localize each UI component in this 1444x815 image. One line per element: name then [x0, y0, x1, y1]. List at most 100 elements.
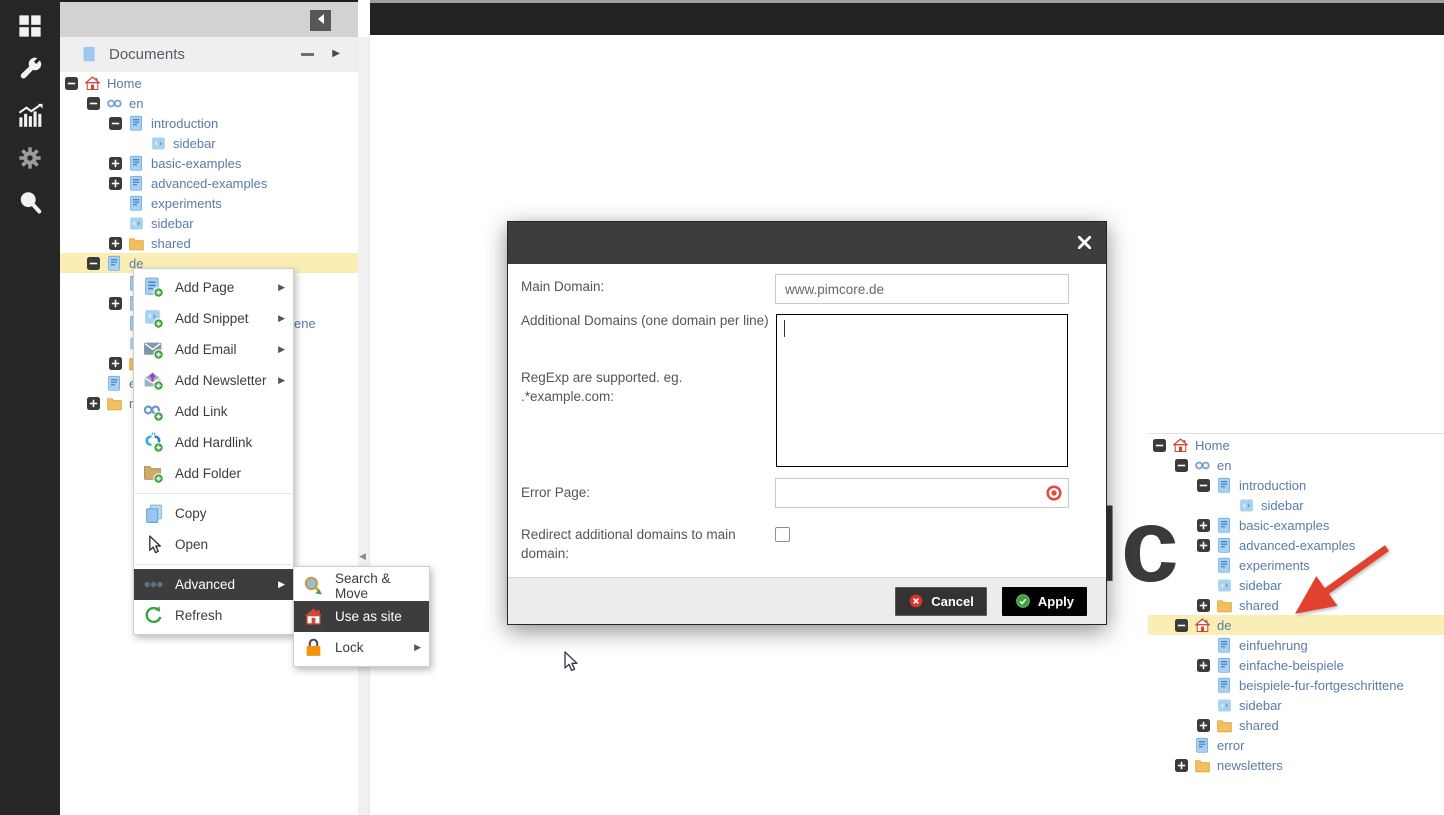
- main-nav-sidebar: [0, 0, 60, 815]
- menu-item-add-link[interactable]: Add Link: [134, 396, 293, 427]
- menu-item-lock[interactable]: Lock▶: [294, 632, 429, 663]
- menu-item-add-hardlink[interactable]: Add Hardlink: [134, 427, 293, 458]
- tree-item-label: advanced-examples: [151, 176, 271, 191]
- minus-expander-icon[interactable]: [1153, 439, 1166, 452]
- tree-item-beispiele-fur-fortgeschrittene[interactable]: beispiele-fur-fortgeschrittene: [1148, 675, 1444, 695]
- panel-title: Documents: [109, 46, 185, 63]
- error-page-input[interactable]: [775, 478, 1069, 508]
- redirect-checkbox[interactable]: [775, 527, 790, 542]
- tree-item-label: einfache-beispiele: [1239, 658, 1348, 673]
- panel-top-strip: [60, 0, 358, 37]
- wrench-icon[interactable]: [17, 57, 43, 83]
- plus-expander-icon[interactable]: [1197, 659, 1210, 672]
- page-icon: [1194, 737, 1211, 754]
- folder-icon: [1194, 757, 1211, 774]
- tree-item-sidebar[interactable]: sidebar: [1148, 695, 1444, 715]
- minus-expander-icon[interactable]: [65, 77, 78, 90]
- menu-item-refresh[interactable]: Refresh: [134, 600, 293, 631]
- page-icon: [106, 255, 123, 272]
- tree-item-en[interactable]: en: [60, 93, 358, 113]
- plus-expander-icon[interactable]: [109, 157, 122, 170]
- search-move-icon: [303, 575, 324, 596]
- minus-expander-icon[interactable]: [87, 97, 100, 110]
- tree-item-sidebar[interactable]: sidebar: [60, 133, 358, 153]
- close-icon[interactable]: [1078, 236, 1091, 249]
- menu-item-add-newsletter[interactable]: Add Newsletter▶: [134, 365, 293, 396]
- minus-expander-icon[interactable]: [109, 117, 122, 130]
- home-icon: [1194, 617, 1211, 634]
- minus-icon[interactable]: [301, 53, 314, 56]
- menu-item-copy[interactable]: Copy: [134, 498, 293, 529]
- text-caret: [784, 320, 785, 337]
- tree-item-home[interactable]: Home: [1148, 435, 1444, 455]
- plus-expander-icon[interactable]: [1197, 719, 1210, 732]
- search-icon[interactable]: [17, 189, 43, 215]
- menu-item-use-as-site[interactable]: Use as site: [294, 601, 429, 632]
- plus-expander-icon[interactable]: [1197, 539, 1210, 552]
- tree-item-sidebar[interactable]: sidebar: [60, 213, 358, 233]
- tree-item-shared[interactable]: shared: [60, 233, 358, 253]
- minus-expander-icon[interactable]: [1175, 619, 1188, 632]
- advanced-icon: [143, 574, 164, 595]
- page-icon: [1216, 537, 1233, 554]
- pimcore-admin-screen: Documents ▶ Homeenintroductionsidebarbas…: [0, 0, 1444, 815]
- target-icon[interactable]: [1045, 484, 1063, 502]
- tree-item-introduction[interactable]: introduction: [60, 113, 358, 133]
- plus-expander-icon[interactable]: [87, 397, 100, 410]
- mouse-cursor: [563, 651, 581, 675]
- page-icon: [106, 375, 123, 392]
- tree-item-newsletters[interactable]: newsletters: [1148, 755, 1444, 775]
- minus-expander-icon[interactable]: [1175, 459, 1188, 472]
- splitter-collapse-icon[interactable]: ◀: [359, 551, 366, 562]
- documents-panel-header[interactable]: Documents ▶: [60, 37, 358, 72]
- tree-item-basic-examples[interactable]: basic-examples: [60, 153, 358, 173]
- statistics-icon[interactable]: [17, 102, 43, 128]
- chevron-right-icon[interactable]: ▶: [332, 48, 340, 59]
- plus-expander-icon[interactable]: [109, 177, 122, 190]
- menu-item-label: Add Snippet: [175, 311, 249, 326]
- menu-item-label: Copy: [175, 506, 207, 521]
- tree-item-experiments[interactable]: experiments: [60, 193, 358, 213]
- tree-item-introduction[interactable]: introduction: [1148, 475, 1444, 495]
- plus-expander-icon[interactable]: [109, 297, 122, 310]
- tree-item-sidebar[interactable]: sidebar: [1148, 495, 1444, 515]
- tree-item-label: shared: [1239, 718, 1283, 733]
- menu-item-add-page[interactable]: Add Page▶: [134, 272, 293, 303]
- tree-item-einfuehrung[interactable]: einfuehrung: [1148, 635, 1444, 655]
- additional-domains-textarea[interactable]: [776, 314, 1068, 467]
- menu-item-label: Refresh: [175, 608, 222, 623]
- menu-separator: [135, 493, 292, 494]
- plus-expander-icon[interactable]: [1197, 599, 1210, 612]
- error-page-label: Error Page:: [521, 484, 771, 503]
- refresh-icon: [143, 605, 164, 626]
- panel-splitter[interactable]: ◀: [358, 37, 370, 815]
- tree-item-home[interactable]: Home: [60, 73, 358, 93]
- main-domain-input[interactable]: [775, 274, 1069, 304]
- plus-expander-icon[interactable]: [1197, 519, 1210, 532]
- plus-expander-icon[interactable]: [109, 357, 122, 370]
- menu-item-add-email[interactable]: Add Email▶: [134, 334, 293, 365]
- plus-expander-icon[interactable]: [1175, 759, 1188, 772]
- collapse-panel-button[interactable]: [310, 10, 331, 31]
- tree-item-label: sidebar: [173, 136, 220, 151]
- menu-item-search-move[interactable]: Search & Move: [294, 570, 429, 601]
- cancel-button[interactable]: Cancel: [895, 587, 987, 616]
- tree-item-einfache-beispiele[interactable]: einfache-beispiele: [1148, 655, 1444, 675]
- tree-item-en[interactable]: en: [1148, 455, 1444, 475]
- menu-item-add-folder[interactable]: Add Folder: [134, 458, 293, 489]
- submenu-arrow-icon: ▶: [278, 282, 285, 293]
- apply-button[interactable]: Apply: [1002, 587, 1087, 616]
- menu-item-advanced[interactable]: Advanced▶: [134, 569, 293, 600]
- minus-expander-icon[interactable]: [1197, 479, 1210, 492]
- menu-item-open[interactable]: Open: [134, 529, 293, 560]
- apps-icon[interactable]: [17, 13, 43, 39]
- page-icon: [128, 175, 145, 192]
- tree-item-shared[interactable]: shared: [1148, 715, 1444, 735]
- plus-expander-icon[interactable]: [109, 237, 122, 250]
- tree-item-error[interactable]: error: [1148, 735, 1444, 755]
- minus-expander-icon[interactable]: [87, 257, 100, 270]
- settings-gear-icon[interactable]: [17, 145, 43, 171]
- page-icon: [1216, 557, 1233, 574]
- menu-item-add-snippet[interactable]: Add Snippet▶: [134, 303, 293, 334]
- tree-item-advanced-examples[interactable]: advanced-examples: [60, 173, 358, 193]
